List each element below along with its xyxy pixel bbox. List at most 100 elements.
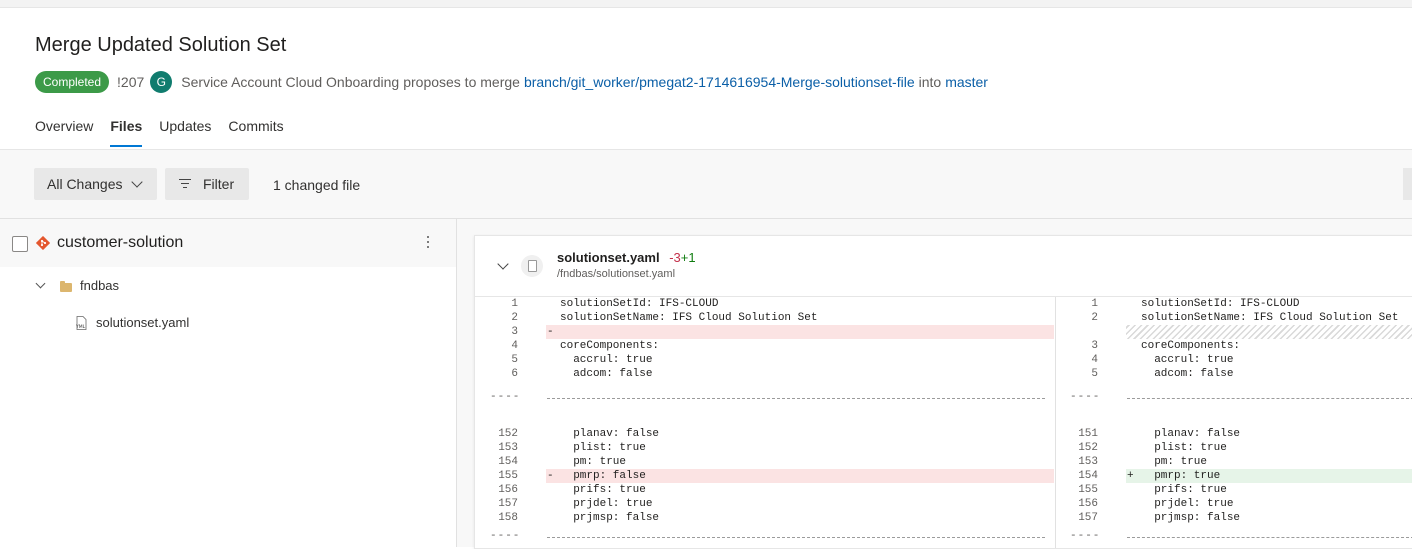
line-number: 158 (498, 512, 518, 524)
toolbar-overflow-button[interactable] (1403, 168, 1412, 200)
code-text: planav: false (560, 428, 660, 440)
pr-tabs: Overview Files Updates Commits (35, 108, 301, 148)
code-text: prifs: true (560, 484, 646, 496)
top-bar (0, 0, 1412, 8)
diff-file-title: solutionset.yaml -3+1 (557, 250, 696, 265)
diff-pane-original: 1 solutionSetId: IFS-CLOUD 2 solutionSetNam… (475, 297, 1056, 548)
line-number: 155 (498, 470, 518, 482)
hunk-separator-label: ---- (490, 391, 521, 403)
diff-header: solutionset.yaml -3+1 /fndbas/solutionse… (475, 236, 1412, 297)
page-title: Merge Updated Solution Set (35, 34, 287, 56)
code-text: solutionSetId: IFS-CLOUD (1141, 298, 1300, 310)
diff-file-name[interactable]: solutionset.yaml (557, 250, 660, 265)
code-text: prifs: true (1141, 484, 1227, 496)
diff-file-path: /fndbas/solutionset.yaml (557, 268, 676, 280)
all-changes-dropdown[interactable]: All Changes (34, 168, 157, 200)
deletions-count: -3 (669, 250, 681, 265)
status-badge: Completed (35, 71, 110, 93)
svg-text:YML: YML (75, 324, 86, 330)
repo-name: customer-solution (57, 234, 184, 251)
code-text: solutionSetId: IFS-CLOUD (560, 298, 719, 310)
line-number: 156 (498, 484, 518, 496)
tab-files[interactable]: Files (110, 108, 142, 148)
diff-marker: + (1127, 470, 1134, 482)
line-number: 5 (511, 354, 518, 366)
tab-overview[interactable]: Overview (35, 108, 93, 148)
target-branch-link[interactable]: master (945, 74, 988, 90)
hunk-separator-label: ---- (490, 530, 521, 542)
diff-card: solutionset.yaml -3+1 /fndbas/solutionse… (474, 235, 1412, 549)
git-repo-icon (36, 236, 50, 250)
chevron-down-icon (130, 176, 143, 188)
diff-marker: - (547, 326, 554, 338)
line-number: 153 (1078, 456, 1098, 468)
chevron-down-icon[interactable] (35, 278, 46, 289)
line-number: 1 (511, 298, 518, 310)
code-text: solutionSetName: IFS Cloud Solution Set (1141, 312, 1399, 324)
line-number (1072, 325, 1098, 339)
pr-id: !207 (117, 74, 145, 90)
diff-area: solutionset.yaml -3+1 /fndbas/solutionse… (457, 219, 1412, 549)
folder-name: fndbas (80, 278, 120, 293)
code-text: prjdel: true (560, 498, 653, 510)
code-text: adcom: false (1141, 368, 1234, 380)
code-text: pmrp: true (1141, 470, 1221, 482)
into-text: into (918, 74, 942, 90)
diff-pane-modified: 1 solutionSetId: IFS-CLOUD 2 solutionSetNam… (1056, 297, 1412, 548)
hunk-separator (547, 537, 1045, 538)
repo-row[interactable]: customer-solution (0, 219, 456, 267)
line-number: 152 (498, 428, 518, 440)
diff-line (546, 325, 1054, 339)
line-number: 3 (1091, 340, 1098, 352)
code-text: plist: true (1141, 442, 1227, 454)
line-number: 2 (1091, 312, 1098, 324)
hunk-separator-label: ---- (1070, 530, 1101, 542)
code-text: coreComponents: (560, 340, 660, 352)
diff-marker: - (547, 470, 554, 482)
avatar[interactable]: G (150, 71, 173, 93)
line-number: 1 (1091, 298, 1098, 310)
hunk-separator-label: ---- (1070, 391, 1101, 403)
line-number: 3 (511, 326, 518, 338)
code-text: adcom: false (560, 368, 653, 380)
folder-item[interactable]: fndbas (0, 276, 456, 300)
source-branch-link[interactable]: branch/git_worker/pmegat2-1714616954-Mer… (524, 74, 915, 90)
changed-file-count: 1 changed file (273, 177, 361, 193)
filter-button[interactable]: Filter (165, 168, 249, 200)
code-text: prjmsp: false (560, 512, 660, 524)
code-text: solutionSetName: IFS Cloud Solution Set (560, 312, 818, 324)
code-text: accrul: true (560, 354, 653, 366)
line-number: 156 (1078, 498, 1098, 510)
filter-label: Filter (203, 176, 235, 192)
tab-updates[interactable]: Updates (159, 108, 211, 148)
collapse-chevron-icon[interactable] (497, 258, 509, 270)
line-number: 2 (511, 312, 518, 324)
code-text: pm: true (1141, 456, 1208, 468)
line-number: 157 (1078, 512, 1098, 524)
line-number: 153 (498, 442, 518, 454)
repo-checkbox[interactable] (12, 236, 28, 252)
proposes-text: proposes to merge (403, 74, 520, 90)
code-text: pm: true (560, 456, 627, 468)
file-icon (521, 255, 543, 277)
files-toolbar: All Changes Filter 1 changed file (0, 150, 1412, 219)
code-text: prjdel: true (1141, 498, 1234, 510)
filter-icon (179, 178, 193, 190)
line-number: 155 (1078, 484, 1098, 496)
file-name: solutionset.yaml (96, 315, 190, 330)
hunk-separator (547, 398, 1045, 399)
code-text: planav: false (1141, 428, 1241, 440)
code-text: accrul: true (1141, 354, 1234, 366)
pr-meta: Completed !207 G Service Account Cloud O… (35, 70, 988, 94)
file-item[interactable]: YML solutionset.yaml (0, 313, 456, 337)
line-number: 4 (511, 340, 518, 352)
additions-count: +1 (680, 250, 696, 265)
tab-commits[interactable]: Commits (228, 108, 283, 148)
code-text: pmrp: false (560, 470, 646, 482)
line-number: 154 (498, 456, 518, 468)
line-number: 151 (1078, 428, 1098, 440)
more-options-icon[interactable] (426, 236, 432, 250)
code-text: coreComponents: (1141, 340, 1241, 352)
line-number: 154 (1078, 470, 1098, 482)
all-changes-label: All Changes (47, 176, 123, 192)
